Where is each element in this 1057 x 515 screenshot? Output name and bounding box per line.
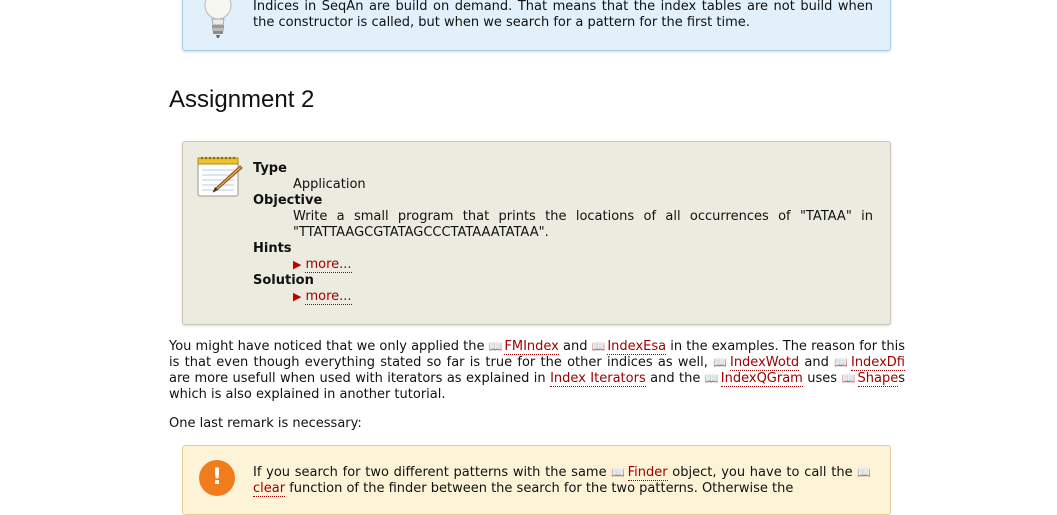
link-clear[interactable]: clear (253, 481, 286, 497)
link-indexqgram[interactable]: IndexQGram (720, 371, 803, 387)
warning-text: If you search for two different patterns… (253, 465, 872, 497)
link-finder[interactable]: Finder (627, 465, 668, 481)
link-index-iterators[interactable]: Index Iterators (550, 371, 646, 387)
link-indexesa[interactable]: IndexEsa (607, 339, 667, 355)
book-icon: 📖 (841, 372, 856, 385)
hints-label: Hints (253, 241, 292, 256)
solution-more-row: ▶ more... (253, 289, 873, 305)
tip-text: Indices in SeqAn are build on demand. Th… (253, 0, 873, 30)
section-title: Assignment 2 (169, 86, 315, 113)
assignment-box: Type Application Objective Write a small… (182, 141, 891, 325)
book-icon: 📖 (834, 356, 849, 369)
book-icon: 📖 (611, 466, 626, 479)
triangle-right-icon: ▶ (293, 290, 302, 303)
type-value: Application (293, 177, 366, 192)
lightbulb-icon (204, 0, 232, 38)
triangle-right-icon: ▶ (293, 258, 302, 271)
hints-more-row: ▶ more... (253, 257, 873, 273)
warning-box: ! If you search for two different patter… (182, 445, 891, 515)
book-icon: 📖 (704, 372, 719, 385)
book-icon: 📖 (591, 340, 606, 353)
book-icon: 📖 (713, 356, 728, 369)
solution-label: Solution (253, 273, 314, 288)
type-label: Type (253, 161, 287, 176)
objective-label: Objective (253, 193, 323, 208)
tip-box: Indices in SeqAn are build on demand. Th… (182, 0, 891, 51)
warning-icon: ! (199, 460, 235, 496)
solution-more-link[interactable]: ▶ more... (293, 289, 352, 305)
paragraph-remark: One last remark is necessary: (169, 416, 362, 431)
link-indexwotd[interactable]: IndexWotd (729, 355, 800, 371)
link-shape[interactable]: Shape (857, 371, 899, 387)
hints-more-link[interactable]: ▶ more... (293, 257, 352, 273)
link-fmindex[interactable]: FMIndex (504, 339, 559, 355)
book-icon: 📖 (857, 466, 872, 479)
link-indexdfi[interactable]: IndexDfi (850, 355, 905, 371)
objective-value: Write a small program that prints the lo… (293, 209, 873, 240)
notepad-pencil-icon (197, 156, 243, 197)
paragraph-indices: You might have noticed that we only appl… (169, 339, 905, 402)
assignment-details: Type Application Objective Write a small… (253, 161, 873, 305)
book-icon: 📖 (488, 340, 503, 353)
